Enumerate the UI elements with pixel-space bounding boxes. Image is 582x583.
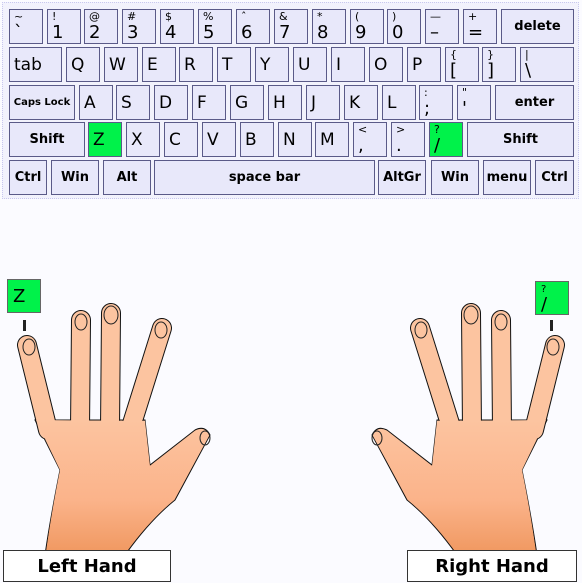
hands-illustration [17,0,582,583]
right-finger-key-indicator: ? / [535,281,569,315]
right-hand-label: Right Hand [407,550,577,582]
left-finger-key-label: Z [13,286,26,307]
right-finger-key-label: / [541,294,548,315]
left-hand-label: Left Hand [3,550,171,582]
right-finger-pointer [550,320,553,331]
right-hand-icon [372,306,559,555]
left-hand-icon [17,303,211,556]
left-finger-key-indicator: Z [7,279,41,313]
left-finger-pointer [23,320,26,331]
